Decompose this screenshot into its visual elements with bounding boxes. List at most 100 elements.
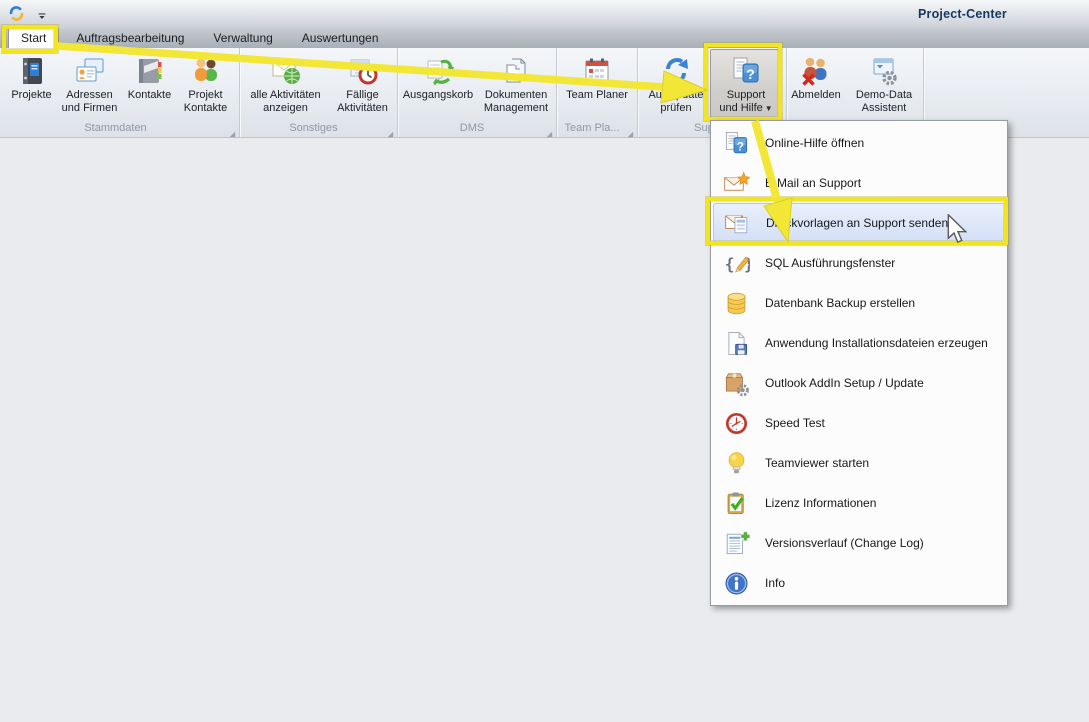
group-buttons: Ausgangskorb DokumentenManagement bbox=[398, 49, 556, 121]
app-logo-icon bbox=[8, 5, 25, 22]
ribbon-button-label: Adressenund Firmen bbox=[62, 89, 118, 114]
ribbon-button-alle-aktivit-ten-anzeigen[interactable]: alle Aktivitätenanzeigen bbox=[242, 49, 330, 121]
menu-item-label: Lizenz Informationen bbox=[765, 496, 876, 510]
calendar-clock-icon bbox=[347, 55, 379, 87]
menu-item-label: SQL Ausführungsfenster bbox=[765, 256, 895, 270]
menu-item-sql-ausf-hrungsfenster[interactable]: { } SQL Ausführungsfenster bbox=[713, 243, 1005, 283]
outbox-icon bbox=[422, 55, 454, 87]
logout-icon bbox=[800, 55, 832, 87]
mail-globe-icon bbox=[270, 55, 302, 87]
ribbon-button-label: Team Planer bbox=[566, 89, 628, 102]
menu-item-online-hilfe-ffnen[interactable]: ? Online-Hilfe öffnen bbox=[713, 123, 1005, 163]
ribbon-button-label: Auf Updateprüfen bbox=[648, 89, 703, 114]
binder-icon bbox=[16, 55, 48, 87]
info-icon bbox=[723, 570, 750, 597]
menu-item-info[interactable]: Info bbox=[713, 563, 1005, 603]
menu-item-speed-test[interactable]: Speed Test bbox=[713, 403, 1005, 443]
menu-item-label: Online-Hilfe öffnen bbox=[765, 136, 864, 150]
database-icon bbox=[723, 290, 750, 317]
ribbon-button-label: Demo-DataAssistent bbox=[856, 89, 912, 114]
ribbon-button-label: alle Aktivitätenanzeigen bbox=[250, 89, 320, 114]
file-save-icon bbox=[723, 330, 750, 357]
ribbon-button-label: DokumentenManagement bbox=[484, 89, 548, 114]
ribbon-button-kontakte[interactable]: Kontakte bbox=[123, 49, 177, 121]
highlight-box-support-button bbox=[704, 43, 782, 121]
group-caption: Sonstiges bbox=[240, 122, 387, 134]
menu-item-anwendung-installationsdateien-erzeugen[interactable]: Anwendung Installationsdateien erzeugen bbox=[713, 323, 1005, 363]
group-caption: DMS bbox=[398, 122, 546, 134]
address-cards-icon bbox=[74, 55, 106, 87]
menu-item-label: Speed Test bbox=[765, 416, 825, 430]
tab-auswertungen[interactable]: Auswertungen bbox=[290, 28, 391, 48]
title-bar: Project-Center bbox=[0, 0, 1089, 28]
help-doc-icon: ? bbox=[723, 130, 750, 157]
ribbon-button-dokumenten-management[interactable]: DokumentenManagement bbox=[477, 49, 555, 121]
ribbon-button-adressen-und-firmen[interactable]: Adressenund Firmen bbox=[57, 49, 123, 121]
group-buttons: alle Aktivitätenanzeigen FälligeAktivität… bbox=[240, 49, 397, 121]
group-caption: Team Pla... bbox=[557, 122, 627, 134]
address-book-icon bbox=[134, 55, 166, 87]
ribbon-button-ausgangskorb[interactable]: Ausgangskorb bbox=[399, 49, 477, 121]
menu-item-label: E-Mail an Support bbox=[765, 176, 861, 190]
bulb-icon bbox=[723, 450, 750, 477]
svg-text:?: ? bbox=[736, 139, 743, 153]
calendar-icon bbox=[581, 55, 613, 87]
ribbon-button-f-llige-aktivit-ten[interactable]: FälligeAktivitäten bbox=[330, 49, 396, 121]
group-buttons: Projekte Adressenund Firmen Kontakte Projek… bbox=[2, 49, 239, 121]
ribbon-button-abmelden[interactable]: Abmelden bbox=[787, 49, 845, 121]
support-dropdown-menu: ?Online-Hilfe öffnenE-Mail an SupportDru… bbox=[710, 120, 1008, 606]
quick-access-dropdown-icon bbox=[36, 10, 48, 22]
menu-item-label: Teamviewer starten bbox=[765, 456, 869, 470]
menu-item-datenbank-backup-erstellen[interactable]: Datenbank Backup erstellen bbox=[713, 283, 1005, 323]
group-buttons: Abmelden Demo-DataAssistent bbox=[787, 49, 923, 121]
ribbon-group-team-pla: Team Planer Team Pla... bbox=[557, 48, 638, 137]
menu-item-versionsverlauf-change-log[interactable]: Versionsverlauf (Change Log) bbox=[713, 523, 1005, 563]
ribbon-button-label: Projekte bbox=[11, 89, 51, 102]
clipboard-check-icon bbox=[723, 490, 750, 517]
tab-verwaltung[interactable]: Verwaltung bbox=[201, 28, 284, 48]
menu-item-label: Datenbank Backup erstellen bbox=[765, 296, 915, 310]
documents-icon bbox=[500, 55, 532, 87]
menu-item-label: Outlook AddIn Setup / Update bbox=[765, 376, 924, 390]
ribbon-button-team-planer[interactable]: Team Planer bbox=[559, 49, 635, 121]
ribbon-button-label: Abmelden bbox=[791, 89, 841, 102]
dialog-launcher-icon[interactable] bbox=[228, 125, 236, 133]
highlight-box-menu-item bbox=[706, 197, 1008, 245]
group-buttons: Team Planer bbox=[557, 49, 637, 121]
window-title: Project-Center bbox=[918, 7, 1007, 21]
ribbon-group-sonstiges: alle Aktivitätenanzeigen FälligeAktivität… bbox=[240, 48, 398, 137]
dialog-launcher-icon[interactable] bbox=[626, 125, 634, 133]
dialog-launcher-icon[interactable] bbox=[545, 125, 553, 133]
menu-item-outlook-addin-setup-update[interactable]: Outlook AddIn Setup / Update bbox=[713, 363, 1005, 403]
ribbon-button-label: Kontakte bbox=[128, 89, 171, 102]
ribbon-button-label: ProjektKontakte bbox=[184, 89, 227, 114]
menu-item-teamviewer-starten[interactable]: Teamviewer starten bbox=[713, 443, 1005, 483]
stopwatch-icon bbox=[723, 410, 750, 437]
tab-auftragsbearbeitung[interactable]: Auftragsbearbeitung bbox=[64, 28, 196, 48]
ribbon-group-stammdaten: Projekte Adressenund Firmen Kontakte Projek… bbox=[2, 48, 240, 137]
update-icon bbox=[660, 55, 692, 87]
window-gear-icon bbox=[868, 55, 900, 87]
package-gear-icon bbox=[723, 370, 750, 397]
menu-item-lizenz-informationen[interactable]: Lizenz Informationen bbox=[713, 483, 1005, 523]
ribbon-button-auf-update-pr-fen[interactable]: Auf Updateprüfen bbox=[642, 49, 710, 121]
ribbon-button-label: FälligeAktivitäten bbox=[337, 89, 388, 114]
project-center-window: { "window": { "title": "Project-Center" … bbox=[0, 0, 1089, 722]
people-icon bbox=[190, 55, 222, 87]
ribbon-button-projekt-kontakte[interactable]: ProjektKontakte bbox=[177, 49, 235, 121]
group-caption: Stammdaten bbox=[2, 122, 229, 134]
menu-item-label: Anwendung Installationsdateien erzeugen bbox=[765, 336, 988, 350]
ribbon-button-projekte[interactable]: Projekte bbox=[7, 49, 57, 121]
dialog-launcher-icon[interactable] bbox=[386, 125, 394, 133]
highlight-box-start-tab bbox=[2, 25, 58, 53]
menu-item-label: Versionsverlauf (Change Log) bbox=[765, 536, 924, 550]
ribbon-button-demo-data-assistent[interactable]: Demo-DataAssistent bbox=[845, 49, 923, 121]
app-logo-icon bbox=[8, 5, 25, 22]
quick-access-dropdown-icon[interactable] bbox=[36, 9, 48, 21]
ribbon-button-label: Ausgangskorb bbox=[403, 89, 473, 102]
mail-star-icon bbox=[723, 170, 750, 197]
sql-pencil-icon: { } bbox=[723, 250, 750, 277]
doc-plus-icon bbox=[723, 530, 750, 557]
ribbon-group-dms: Ausgangskorb DokumentenManagement DMS bbox=[398, 48, 557, 137]
menu-item-label: Info bbox=[765, 576, 785, 590]
